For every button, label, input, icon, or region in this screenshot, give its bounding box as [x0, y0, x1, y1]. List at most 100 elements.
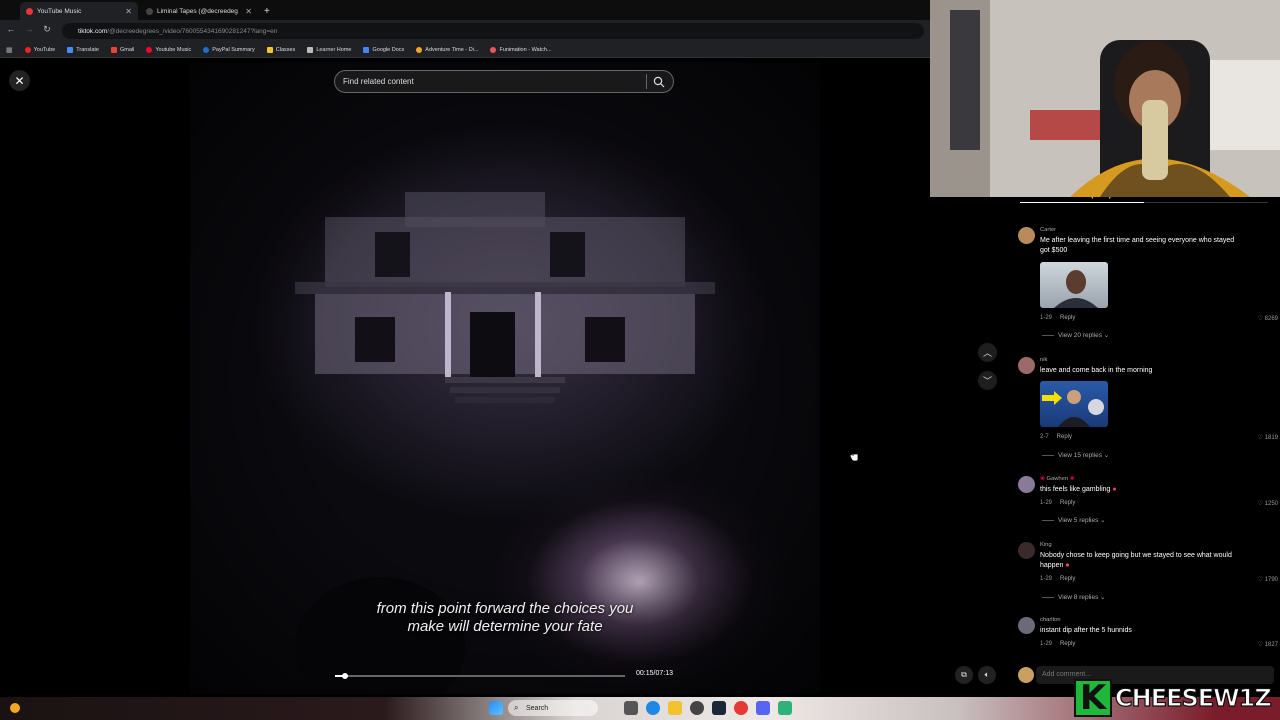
comment-meta: 1-29 Reply: [1040, 576, 1075, 582]
flower-icon: ❀: [1069, 476, 1075, 482]
comment-likes[interactable]: ♡ 1827: [1258, 641, 1278, 648]
avatar[interactable]: [1018, 542, 1035, 559]
chevron-down-icon: ⌄: [1100, 517, 1106, 524]
emoji-icon: ●: [1065, 562, 1070, 569]
tab-label: Liminal Tapes (@decreedeg: [157, 7, 238, 15]
comment-username[interactable]: Carter: [1040, 227, 1056, 233]
comment-likes[interactable]: ♡ 1790: [1258, 576, 1278, 583]
close-tab-icon[interactable]: ✕: [125, 7, 132, 16]
comment-meta: 1-29 Reply: [1040, 315, 1075, 321]
bookmark-youtube[interactable]: YouTube: [24, 46, 55, 53]
bookmark-learner-home[interactable]: Learner Home: [307, 46, 351, 53]
bookmark-funimation[interactable]: Funimation - Watch...: [490, 46, 552, 53]
streamer-webcam: [930, 0, 1280, 197]
paypal-icon: [203, 46, 210, 53]
avatar[interactable]: [1018, 357, 1035, 374]
comment-image[interactable]: [1040, 262, 1108, 308]
tab-youtube-music[interactable]: YouTube Music ✕: [20, 2, 138, 20]
comment-username[interactable]: ❀ Gawhen ❀: [1040, 476, 1075, 482]
back-icon[interactable]: ←: [4, 24, 18, 34]
discord-icon[interactable]: [756, 701, 770, 715]
search-input[interactable]: Find related content: [343, 77, 414, 86]
comment-likes[interactable]: ♡ 1250: [1258, 500, 1278, 507]
avatar[interactable]: [1018, 227, 1035, 244]
steam-icon[interactable]: [712, 701, 726, 715]
close-tab-icon[interactable]: ✕: [245, 7, 252, 16]
hand-cursor-icon: [850, 450, 859, 462]
edge-icon[interactable]: [646, 701, 660, 715]
forward-icon[interactable]: →: [22, 24, 36, 34]
url-path: /@decreedegrees_/video/76005543416902812…: [107, 27, 278, 35]
comment-item: Carter Me after leaving the first time a…: [1018, 227, 1278, 342]
progress-bar[interactable]: [335, 673, 625, 679]
chrome-icon[interactable]: [734, 701, 748, 715]
video-subtitle: from this point forward the choices you …: [190, 600, 820, 636]
bookmark-youtube-music[interactable]: Youtube Music: [146, 46, 191, 53]
bookmark-google-docs[interactable]: Google Docs: [363, 46, 404, 53]
view-replies-button[interactable]: View 5 replies ⌄: [1042, 516, 1106, 524]
heart-icon: ♡: [1257, 642, 1263, 648]
comment-likes[interactable]: ♡ 8269: [1258, 315, 1278, 322]
file-explorer-icon[interactable]: [668, 701, 682, 715]
bookmark-label: Translate: [76, 46, 99, 53]
like-count: 1827: [1264, 642, 1278, 648]
picture-in-picture-icon: ⧉: [961, 670, 967, 679]
bookmark-translate[interactable]: Translate: [67, 46, 99, 53]
subtitle-line: from this point forward the choices you: [376, 600, 634, 617]
view-replies-button[interactable]: View 20 replies ⌄: [1042, 331, 1109, 339]
comment-username[interactable]: nik: [1040, 357, 1047, 363]
close-icon: ✕: [14, 73, 25, 88]
bookmark-classes[interactable]: Classes: [266, 46, 295, 53]
comment-username[interactable]: charlton: [1040, 617, 1061, 623]
video-player[interactable]: from this point forward the choices you …: [190, 62, 820, 694]
avatar[interactable]: [1018, 476, 1035, 493]
weather-icon[interactable]: [10, 703, 20, 713]
comment-date: 1-29: [1040, 315, 1053, 321]
task-view-icon[interactable]: [624, 701, 638, 715]
app-icon[interactable]: [778, 701, 792, 715]
view-replies-button[interactable]: View 15 replies ⌄: [1042, 451, 1109, 459]
next-video-button[interactable]: ﹀: [978, 371, 997, 390]
reply-button[interactable]: Reply: [1057, 434, 1072, 440]
reload-icon[interactable]: ↻: [40, 24, 54, 35]
pip-button[interactable]: ⧉: [955, 666, 973, 684]
view-replies-button[interactable]: View 8 replies ⌄: [1042, 593, 1106, 601]
folder-icon: [266, 46, 273, 53]
flower-icon: ❀: [1040, 476, 1045, 482]
comment-likes[interactable]: ♡ 1819: [1258, 434, 1278, 441]
apps-grid-icon[interactable]: ▦: [6, 46, 13, 54]
reply-button[interactable]: Reply: [1060, 500, 1075, 506]
reply-button[interactable]: Reply: [1060, 641, 1075, 647]
comment-image[interactable]: [1040, 381, 1108, 427]
close-video-button[interactable]: ✕: [9, 70, 30, 91]
taskbar-search[interactable]: ⌕ Search: [508, 700, 598, 716]
reply-button[interactable]: Reply: [1060, 315, 1075, 321]
funimation-icon: [490, 46, 497, 53]
my-avatar: [1018, 667, 1034, 683]
related-content-search[interactable]: Find related content: [334, 70, 674, 93]
search-icon: ⌕: [514, 703, 519, 712]
url-host: tiktok.com: [78, 27, 108, 35]
bookmark-adventure-time[interactable]: Adventure Time - Di...: [416, 46, 479, 53]
bookmark-label: Adventure Time - Di...: [425, 46, 479, 53]
comment-date: 1-29: [1040, 500, 1053, 506]
search-icon[interactable]: [653, 76, 665, 88]
previous-video-button[interactable]: ︿: [978, 343, 997, 362]
volume-button[interactable]: 🔈︎: [978, 666, 996, 684]
tab-liminal-tapes[interactable]: Liminal Tapes (@decreedeg ✕: [140, 2, 258, 20]
docs-icon: [363, 46, 370, 53]
windows-start-icon[interactable]: [489, 701, 503, 715]
comment-item: charlton instant dip after the 5 hunnids…: [1018, 617, 1278, 652]
avatar[interactable]: [1018, 617, 1035, 634]
comment-text: leave and come back in the morning: [1040, 367, 1153, 374]
gmail-icon: [110, 46, 117, 53]
reply-button[interactable]: Reply: [1060, 576, 1075, 582]
new-tab-button[interactable]: +: [258, 2, 272, 20]
settings-icon[interactable]: [690, 701, 704, 715]
url-field[interactable]: tiktok.com/@decreedegrees_/video/7600554…: [62, 23, 924, 39]
comment-date: 1-29: [1040, 641, 1053, 647]
comment-username[interactable]: King: [1040, 542, 1052, 548]
bookmark-paypal[interactable]: PayPal Summary: [203, 46, 255, 53]
bookmark-gmail[interactable]: Gmail: [110, 46, 134, 53]
heart-icon: ♡: [1257, 435, 1263, 441]
